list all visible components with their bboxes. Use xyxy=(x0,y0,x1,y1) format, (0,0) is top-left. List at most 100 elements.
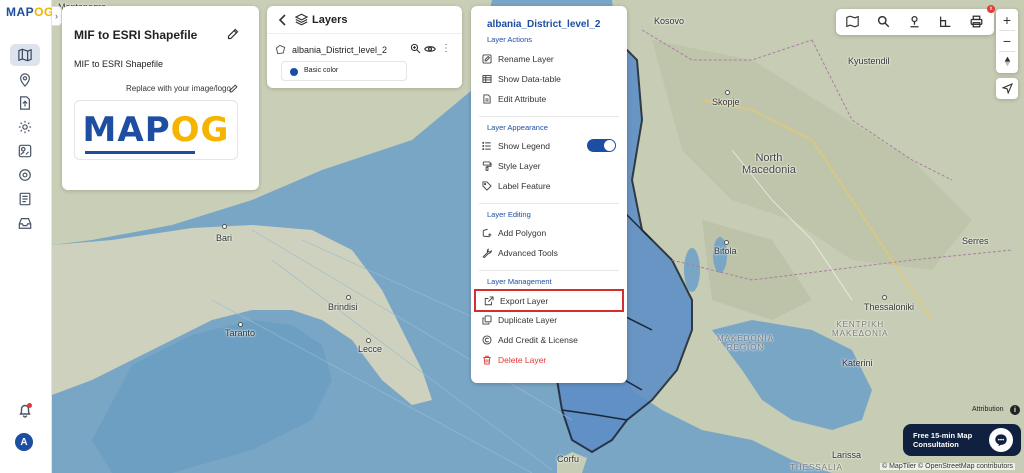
rename-icon xyxy=(482,54,492,64)
layers-title: Layers xyxy=(312,14,348,26)
gear-icon[interactable] xyxy=(10,116,40,138)
list-icon xyxy=(482,141,491,151)
attribution-label[interactable]: Attribution xyxy=(972,406,1004,413)
map-view-icon[interactable] xyxy=(846,15,860,29)
polygon-layer-icon xyxy=(275,44,286,55)
city-marker xyxy=(725,90,730,95)
layers-header: Layers xyxy=(267,6,462,34)
map-label-lecce: Lecce xyxy=(358,344,383,354)
city-marker xyxy=(222,224,227,229)
layer-style-row[interactable]: Basic color xyxy=(281,61,407,81)
project-title: MIF to ESRI Shapefile xyxy=(74,28,198,42)
map-label-serres: Serres xyxy=(962,236,989,246)
rename-layer-item[interactable]: Rename Layer xyxy=(481,50,619,68)
layers-panel: Layers albania_District_level_2 ⋮ Basic … xyxy=(267,6,462,88)
upload-file-icon[interactable] xyxy=(10,92,40,114)
map-label-katerini: Katerini xyxy=(842,358,873,368)
zoom-out-button[interactable]: − xyxy=(996,30,1018,51)
menu-divider xyxy=(479,203,619,204)
section-layer-management: Layer Management xyxy=(487,277,552,286)
notification-dot xyxy=(27,403,32,408)
inbox-icon[interactable] xyxy=(10,212,40,234)
location-pin-icon[interactable] xyxy=(10,69,40,91)
zoom-controls: + − xyxy=(996,9,1018,73)
copyright-icon xyxy=(482,335,492,345)
map-label-bitola: Bitola xyxy=(714,246,737,256)
navigate-arrow-icon[interactable] xyxy=(996,78,1018,99)
chevron-left-icon[interactable] xyxy=(278,14,288,26)
wrench-icon xyxy=(482,248,492,258)
show-legend-toggle[interactable] xyxy=(587,139,616,152)
compass-icon[interactable] xyxy=(996,51,1018,72)
map-label-skopje: Skopje xyxy=(712,97,740,107)
show-datatable-item[interactable]: Show Data-table xyxy=(481,70,619,88)
city-marker xyxy=(366,338,371,343)
section-layer-appearance: Layer Appearance xyxy=(487,123,548,132)
avatar[interactable]: A xyxy=(15,433,33,451)
edit-pencil-icon[interactable] xyxy=(227,28,239,40)
settings-icon[interactable] xyxy=(10,164,40,186)
more-options-icon[interactable]: ⋮ xyxy=(441,43,451,54)
map-label-bari: Bari xyxy=(216,233,233,243)
edit-attribute-item[interactable]: Edit Attribute xyxy=(481,90,619,108)
paint-roller-icon xyxy=(482,161,492,171)
map-label-thessalia: THESSALIA xyxy=(790,463,844,472)
replace-logo-label[interactable]: Replace with your image/logo xyxy=(126,84,231,93)
menu-divider xyxy=(479,270,619,271)
map-label-larissa: Larissa xyxy=(832,450,862,460)
map-label-thessaloniki: Thessaloniki xyxy=(864,302,915,312)
advanced-tools-item[interactable]: Advanced Tools xyxy=(481,244,619,262)
section-layer-actions: Layer Actions xyxy=(487,35,533,44)
zoom-in-button[interactable]: + xyxy=(996,9,1018,30)
close-badge-icon[interactable]: x xyxy=(987,5,995,13)
info-icon[interactable]: i xyxy=(1010,405,1020,415)
map-label-kyustendil: Kyustendil xyxy=(848,56,890,66)
toggle-knob xyxy=(604,140,615,151)
analytics-icon[interactable] xyxy=(10,140,40,162)
map-label-kosovo: Kosovo xyxy=(654,16,685,26)
map-copyright[interactable]: © MapTiler © OpenStreetMap contributors xyxy=(880,463,1016,470)
document-edit-icon xyxy=(483,94,491,104)
report-icon[interactable] xyxy=(10,188,40,210)
edit-pencil-icon[interactable] xyxy=(229,84,238,93)
print-icon[interactable] xyxy=(970,15,984,29)
style-layer-item[interactable]: Style Layer xyxy=(481,157,619,175)
search-icon[interactable] xyxy=(877,15,891,29)
add-polygon-item[interactable]: Add Polygon xyxy=(481,224,619,242)
map-icon[interactable] xyxy=(10,44,40,66)
export-layer-item[interactable]: Export Layer xyxy=(474,289,624,312)
visibility-eye-icon[interactable] xyxy=(424,44,436,54)
layer-color-swatch xyxy=(290,68,298,76)
measure-icon[interactable] xyxy=(939,15,953,29)
brand-logo-box[interactable]: MAPOG xyxy=(74,100,238,160)
polygon-draw-icon xyxy=(482,228,492,238)
map-label-brindisi: Brindisi xyxy=(328,302,358,312)
left-sidebar: MAPOG A xyxy=(0,0,54,473)
project-description: MIF to ESRI Shapefile xyxy=(74,59,164,69)
location-marker-icon[interactable] xyxy=(908,15,922,29)
app-logo[interactable]: MAPOG xyxy=(6,5,54,19)
label-feature-item[interactable]: Label Feature xyxy=(481,177,619,195)
map-label-kentriki: ΚΕΝΤΡΙΚΗ ΜΑΚΕΔΟΝΙΑ xyxy=(832,320,889,338)
menu-layer-title: albania_District_level_2 xyxy=(487,19,601,30)
layer-actions-menu: albania_District_level_2 Layer Actions R… xyxy=(471,6,627,383)
delete-layer-item[interactable]: Delete Layer xyxy=(481,351,619,369)
map-label-north-macedonia: North Macedonia xyxy=(742,152,796,176)
add-credit-item[interactable]: Add Credit & License xyxy=(481,331,619,349)
city-marker xyxy=(882,295,887,300)
layer-style-label: Basic color xyxy=(304,67,339,74)
project-card: MIF to ESRI Shapefile MIF to ESRI Shapef… xyxy=(62,6,259,190)
tag-icon xyxy=(482,181,492,191)
layer-name[interactable]: albania_District_level_2 xyxy=(292,45,387,55)
consultation-text: Free 15-min Map Consultation xyxy=(913,431,973,449)
duplicate-layer-item[interactable]: Duplicate Layer xyxy=(481,311,619,329)
layers-icon xyxy=(295,13,308,26)
collapse-panel-button[interactable]: › xyxy=(52,6,62,26)
city-marker xyxy=(346,295,351,300)
chat-bubble-icon[interactable] xyxy=(989,428,1013,452)
consultation-banner[interactable]: Free 15-min Map Consultation xyxy=(903,424,1021,456)
trash-icon xyxy=(483,355,491,365)
zoom-to-layer-icon[interactable] xyxy=(410,43,421,54)
map-toolbar xyxy=(836,9,994,35)
city-marker xyxy=(724,240,729,245)
